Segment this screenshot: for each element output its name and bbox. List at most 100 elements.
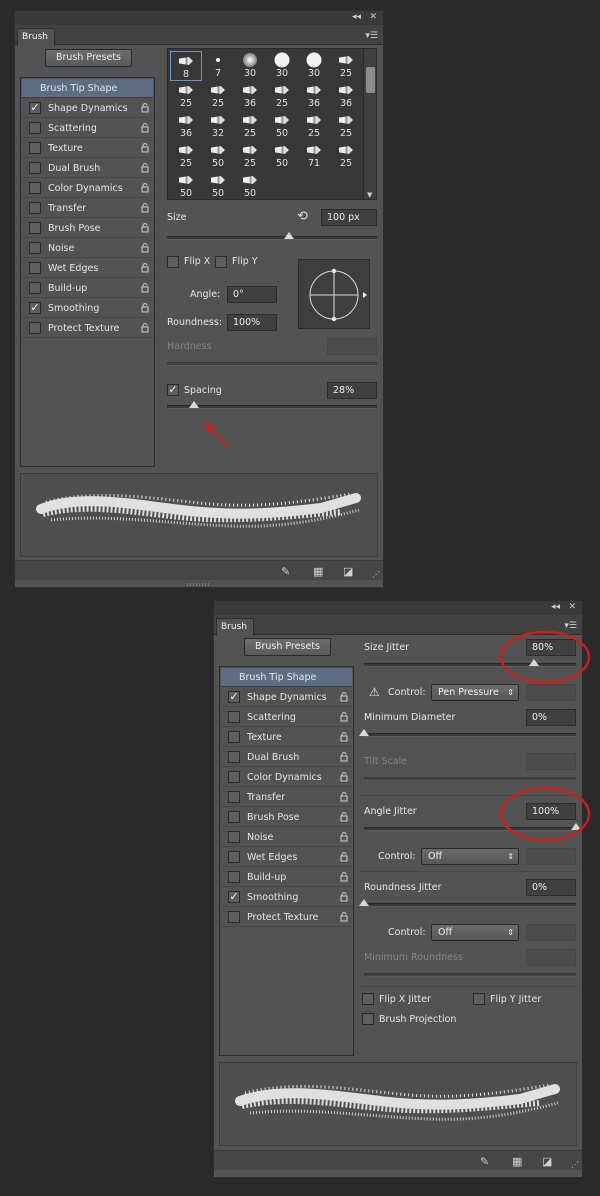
- sidebar-item-brush-tip-shape[interactable]: Brush Tip Shape: [221, 668, 352, 687]
- sidebar-item-scattering[interactable]: Scattering: [221, 708, 352, 727]
- lock-icon[interactable]: [339, 852, 349, 862]
- tab-brush[interactable]: Brush: [216, 618, 254, 636]
- sidebar-item-transfer[interactable]: Transfer: [22, 199, 153, 218]
- new-brush-icon[interactable]: ◪: [343, 565, 353, 578]
- brush-projection-checkbox[interactable]: [362, 1013, 374, 1025]
- lock-icon[interactable]: [140, 283, 150, 293]
- sidebar-item-wet-edges[interactable]: Wet Edges: [22, 259, 153, 278]
- lock-icon[interactable]: [140, 223, 150, 233]
- brush-tip[interactable]: 25: [330, 141, 362, 171]
- toggle-live-tip-icon[interactable]: ✎: [480, 1155, 489, 1168]
- toggle-live-tip-icon[interactable]: ✎: [281, 565, 290, 578]
- sidebar-item-checkbox[interactable]: [228, 811, 240, 823]
- brush-tip-grid[interactable]: 8 7 30 30 30 25 25 25 36 25 36 36 36 32 25 50 25 25 25 50 25…: [167, 48, 377, 200]
- lock-icon[interactable]: [140, 103, 150, 113]
- sidebar-item-color-dynamics[interactable]: Color Dynamics: [22, 179, 153, 198]
- sidebar-item-dual-brush[interactable]: Dual Brush: [221, 748, 352, 767]
- lock-icon[interactable]: [339, 772, 349, 782]
- sidebar-item-build-up[interactable]: Build-up: [22, 279, 153, 298]
- min-diameter-slider[interactable]: [359, 729, 576, 737]
- brush-tip[interactable]: 36: [234, 81, 266, 111]
- brush-tip[interactable]: 25: [298, 111, 330, 141]
- sidebar-item-checkbox[interactable]: ✓: [228, 891, 240, 903]
- sidebar-item-checkbox[interactable]: [29, 262, 41, 274]
- lock-icon[interactable]: [339, 752, 349, 762]
- brush-tip[interactable]: 50: [170, 171, 202, 199]
- sidebar-item-brush-pose[interactable]: Brush Pose: [22, 219, 153, 238]
- brush-tip[interactable]: 25: [170, 141, 202, 171]
- brush-tip[interactable]: 30: [266, 51, 298, 81]
- lock-icon[interactable]: [339, 812, 349, 822]
- roundness-jitter-field[interactable]: 0%: [526, 879, 576, 896]
- lock-icon[interactable]: [339, 832, 349, 842]
- brush-tip[interactable]: 36: [298, 81, 330, 111]
- lock-icon[interactable]: [339, 872, 349, 882]
- lock-icon[interactable]: [339, 732, 349, 742]
- sidebar-item-protect-texture[interactable]: Protect Texture: [22, 319, 153, 338]
- sidebar-item-checkbox[interactable]: [228, 751, 240, 763]
- sidebar-item-scattering[interactable]: Scattering: [22, 119, 153, 138]
- min-diameter-slider-thumb[interactable]: [359, 729, 369, 736]
- control-select-3[interactable]: Off ⇕: [431, 924, 519, 941]
- control-select-1[interactable]: Pen Pressure ⇕: [431, 684, 519, 701]
- sidebar-item-noise[interactable]: Noise: [221, 828, 352, 847]
- brush-tip[interactable]: 50: [202, 141, 234, 171]
- sidebar-item-transfer[interactable]: Transfer: [221, 788, 352, 807]
- sidebar-item-color-dynamics[interactable]: Color Dynamics: [221, 768, 352, 787]
- panel-bottom-grip[interactable]: [187, 583, 209, 586]
- sidebar-item-brush-pose[interactable]: Brush Pose: [221, 808, 352, 827]
- sidebar-item-build-up[interactable]: Build-up: [221, 868, 352, 887]
- sidebar-item-smoothing[interactable]: ✓ Smoothing: [22, 299, 153, 318]
- brush-tip[interactable]: 36: [170, 111, 202, 141]
- brush-tip[interactable]: 25: [170, 81, 202, 111]
- brush-tip[interactable]: 7: [202, 51, 234, 81]
- collapse-icon[interactable]: ◂◂: [352, 12, 361, 22]
- lock-icon[interactable]: [339, 692, 349, 702]
- scroll-down-icon[interactable]: ▼: [367, 191, 372, 199]
- flip-y-jitter-checkbox[interactable]: [473, 993, 485, 1005]
- size-slider-thumb[interactable]: [283, 232, 294, 239]
- lock-icon[interactable]: [140, 323, 150, 333]
- sidebar-item-checkbox[interactable]: [29, 122, 41, 134]
- sidebar-item-checkbox[interactable]: [29, 202, 41, 214]
- sidebar-item-checkbox[interactable]: [228, 791, 240, 803]
- brush-presets-button[interactable]: Brush Presets: [244, 638, 331, 656]
- sidebar-item-brush-tip-shape[interactable]: Brush Tip Shape: [22, 79, 153, 98]
- lock-icon[interactable]: [140, 203, 150, 213]
- lock-icon[interactable]: [140, 183, 150, 193]
- brush-tip[interactable]: 25: [234, 141, 266, 171]
- lock-icon[interactable]: [140, 163, 150, 173]
- spacing-checkbox[interactable]: ✓: [167, 384, 179, 396]
- sidebar-item-checkbox[interactable]: ✓: [29, 102, 41, 114]
- brush-grid-icon[interactable]: ▦: [313, 565, 323, 578]
- angle-roundness-widget[interactable]: [298, 259, 370, 329]
- brush-tip[interactable]: 50: [266, 141, 298, 171]
- flip-y-checkbox[interactable]: [215, 256, 227, 268]
- sidebar-item-checkbox[interactable]: [228, 711, 240, 723]
- size-slider[interactable]: [167, 232, 377, 240]
- resize-grip-icon[interactable]: ⋰: [571, 1160, 579, 1169]
- collapse-icon[interactable]: ◂◂: [551, 602, 560, 612]
- sidebar-item-checkbox[interactable]: [29, 182, 41, 194]
- sidebar-item-checkbox[interactable]: [228, 871, 240, 883]
- sidebar-item-dual-brush[interactable]: Dual Brush: [22, 159, 153, 178]
- resize-grip-icon[interactable]: ⋰: [372, 570, 380, 579]
- control-select-2[interactable]: Off ⇕: [421, 848, 519, 865]
- sidebar-item-checkbox[interactable]: [29, 282, 41, 294]
- lock-icon[interactable]: [339, 712, 349, 722]
- roundness-jitter-slider-thumb[interactable]: [359, 899, 369, 906]
- flip-x-jitter-checkbox[interactable]: [362, 993, 374, 1005]
- sidebar-item-checkbox[interactable]: [228, 851, 240, 863]
- new-brush-icon[interactable]: ◪: [542, 1155, 552, 1168]
- lock-icon[interactable]: [339, 912, 349, 922]
- close-icon[interactable]: ✕: [568, 602, 576, 612]
- grid-scroll-handle[interactable]: [366, 67, 375, 93]
- size-field[interactable]: 100 px: [321, 209, 377, 226]
- sidebar-item-noise[interactable]: Noise: [22, 239, 153, 258]
- brush-tip[interactable]: 8: [170, 51, 202, 81]
- roundness-jitter-slider[interactable]: [359, 899, 576, 907]
- min-diameter-field[interactable]: 0%: [526, 709, 576, 726]
- sidebar-item-wet-edges[interactable]: Wet Edges: [221, 848, 352, 867]
- angle-field[interactable]: 0°: [227, 286, 277, 303]
- brush-tip[interactable]: 25: [202, 81, 234, 111]
